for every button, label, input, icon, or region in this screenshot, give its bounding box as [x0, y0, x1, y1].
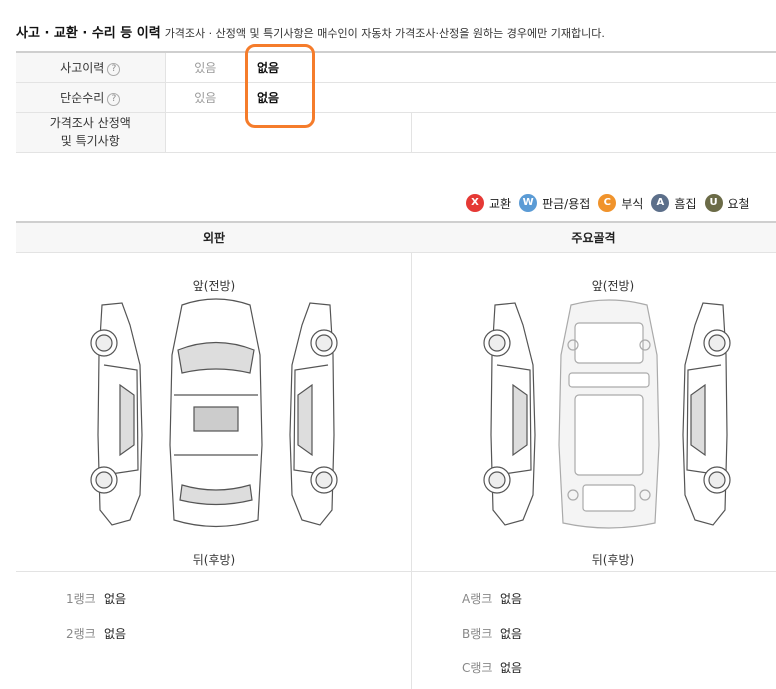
repair-label: 단순수리 [60, 90, 105, 105]
accident-option-yes: 있음 [165, 51, 245, 83]
repair-empty-cell [411, 82, 776, 113]
price-value-cell [165, 112, 245, 153]
highlight-box [245, 44, 315, 128]
rank-value: 없음 [500, 627, 523, 641]
frame-panel-title: 주요골격 [411, 221, 776, 253]
rank-row: 2랭크 없음 [66, 625, 126, 642]
rank-value: 없음 [104, 592, 127, 606]
section-title-row: 사고 · 교환 · 수리 등 이력 가격조사 · 산정액 및 특기사항은 매수인이… [16, 22, 605, 41]
exterior-rank-divider [16, 571, 411, 572]
legend-item-dent: U 요철 [704, 194, 750, 212]
history-row-price: 가격조사 산정액및 특기사항 [16, 112, 776, 153]
exterior-rear-label: 뒤(후방) [192, 553, 236, 567]
car-frame-diagram [483, 299, 731, 529]
frame-rear-label: 뒤(후방) [591, 553, 635, 567]
rank-name: 1랭크 [66, 592, 96, 606]
price-label-line2: 및 특기사항 [60, 134, 120, 148]
dent-icon: U [704, 194, 723, 212]
legend-label: 부식 [621, 196, 644, 211]
legend-item-corrosion: C 부식 [598, 194, 643, 212]
frame-front-label: 앞(전방) [591, 279, 635, 293]
rank-row: 1랭크 없음 [66, 590, 126, 607]
rank-row: B랭크 없음 [462, 625, 522, 642]
help-icon[interactable]: ? [107, 92, 121, 106]
rank-row: A랭크 없음 [462, 590, 522, 607]
history-table: 사고이력? 있음 없음 단순수리? 있음 없음 가격조사 산정액및 특기사항 [16, 51, 776, 153]
help-icon[interactable]: ? [107, 62, 121, 76]
legend-item-welding: W 판금/용접 [519, 194, 590, 212]
exterior-panel-title: 외판 [16, 221, 412, 253]
damage-legend: X 교환 W 판금/용접 C 부식 A 흠집 U 요철 [466, 194, 758, 212]
legend-label: 흠집 [674, 196, 697, 211]
price-label-cell: 가격조사 산정액및 특기사항 [16, 112, 166, 153]
legend-item-exchange: X 교환 [466, 194, 511, 212]
rank-name: A랭크 [462, 592, 493, 606]
price-note-cell [411, 112, 776, 153]
history-row-repair: 단순수리? 있음 없음 [16, 82, 776, 113]
rank-name: C랭크 [462, 661, 493, 675]
accident-label: 사고이력 [60, 60, 105, 75]
accident-empty-cell [411, 51, 776, 83]
legend-label: 요철 [727, 196, 750, 211]
rank-row: C랭크 없음 [462, 659, 522, 676]
rank-value: 없음 [500, 592, 523, 606]
corrosion-icon: C [598, 194, 617, 212]
rank-value: 없음 [500, 661, 523, 675]
section-subtitle: 가격조사 · 산정액 및 특기사항은 매수인이 자동차 가격조사·산정을 원하는… [164, 27, 605, 40]
car-exterior-diagram [90, 298, 338, 528]
history-row-accident: 사고이력? 있음 없음 [16, 51, 776, 83]
legend-item-scratch: A 흠집 [651, 194, 697, 212]
exchange-icon: X [466, 194, 484, 212]
frame-rank-divider [411, 571, 776, 572]
legend-label: 교환 [489, 196, 512, 211]
exterior-front-label: 앞(전방) [192, 279, 236, 293]
price-label-line1: 가격조사 산정액 [49, 116, 131, 130]
legend-label: 판금/용접 [542, 196, 591, 211]
rank-name: B랭크 [462, 627, 493, 641]
rank-value: 없음 [104, 627, 127, 641]
panel-divider [411, 253, 412, 689]
accident-label-cell: 사고이력? [16, 51, 166, 83]
section-title: 사고 · 교환 · 수리 등 이력 [16, 26, 161, 41]
rank-name: 2랭크 [66, 627, 96, 641]
repair-label-cell: 단순수리? [16, 82, 166, 113]
scratch-icon: A [651, 194, 670, 212]
repair-option-yes: 있음 [165, 82, 245, 113]
welding-icon: W [519, 194, 538, 212]
